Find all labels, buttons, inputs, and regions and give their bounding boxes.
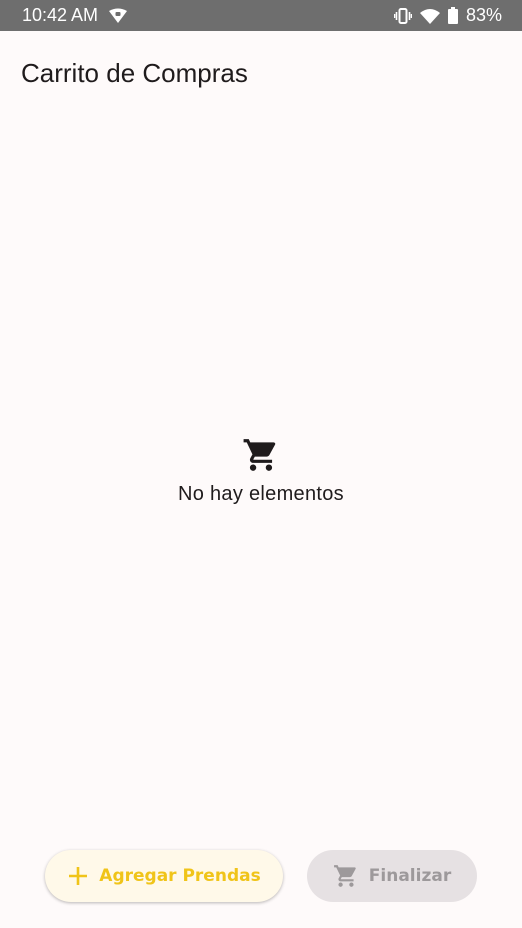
shopping-cart-icon [242,436,280,479]
status-bar: 10:42 AM 83% [0,0,522,31]
status-time: 10:42 AM [22,5,99,25]
shopping-cart-icon [333,863,369,889]
wifi-icon [419,8,440,24]
add-items-button[interactable]: Agregar Prendas [45,850,283,902]
battery-icon [447,7,458,24]
plus-icon [67,865,99,887]
status-right: 83% [393,5,502,26]
finish-label: Finalizar [368,866,452,886]
empty-state: No hay elementos [0,436,522,506]
finish-button[interactable]: Finalizar [307,850,477,902]
vibrate-icon [393,7,412,24]
vpn-shield-icon [108,8,128,24]
battery-percent: 83% [465,5,502,25]
add-items-label: Agregar Prendas [99,866,261,886]
page-title: Carrito de Compras [21,58,248,88]
status-left: 10:42 AM [22,5,128,26]
empty-state-message: No hay elementos [177,483,344,505]
